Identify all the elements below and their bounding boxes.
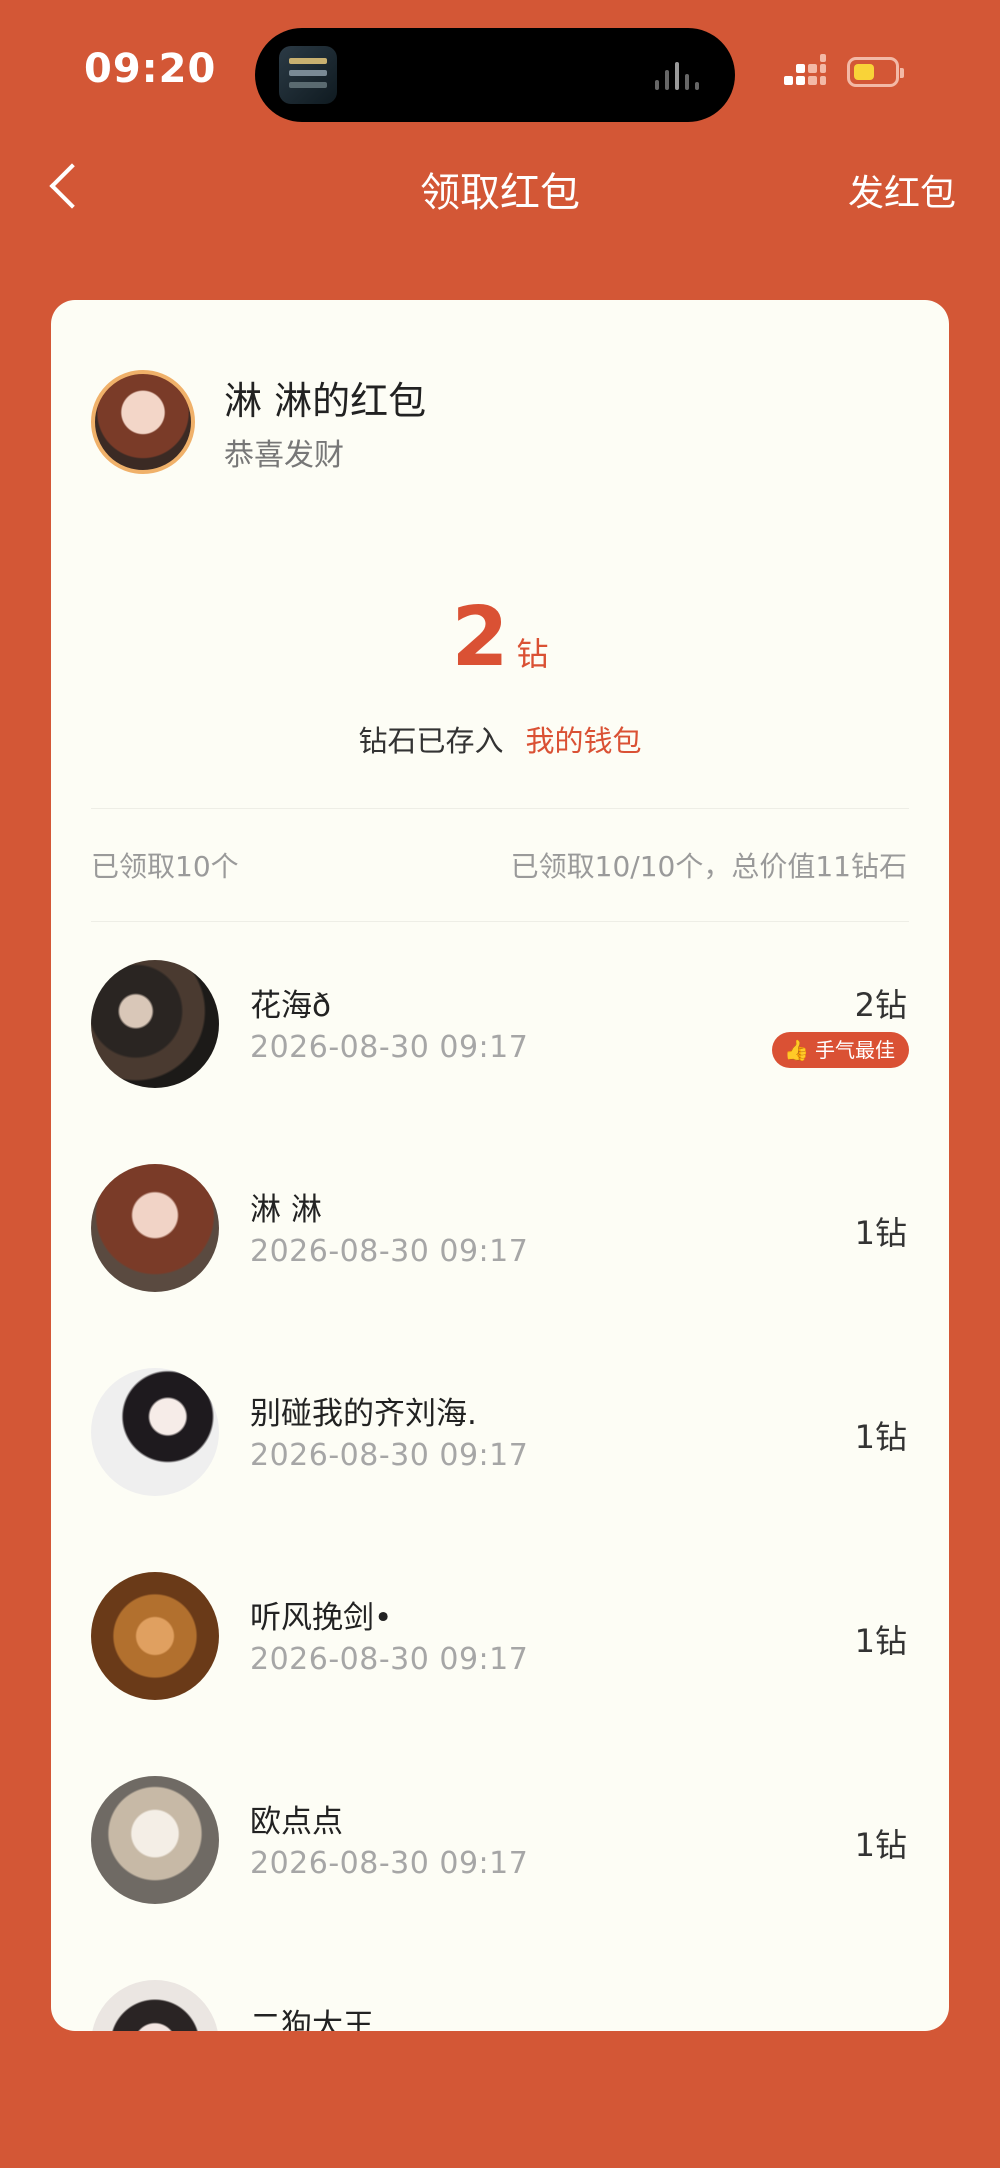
claim-amount: 1钻 <box>854 1826 907 1864</box>
claim-amount: 1钻 <box>854 1214 907 1252</box>
list-item[interactable]: 淋 淋 2026-08-30 09:17 1钻 <box>51 1164 949 1368</box>
claim-time: 2026-08-30 09:17 <box>250 1438 529 1473</box>
claim-time: 2026-08-30 09:17 <box>250 1846 529 1881</box>
user-name: 花海ð <box>250 988 331 1024</box>
list-item[interactable]: 别碰我的齐刘海. 2026-08-30 09:17 1钻 <box>51 1368 949 1572</box>
claim-time: 2026-08-30 09:17 <box>250 1030 529 1065</box>
user-avatar <box>91 1776 219 1904</box>
user-name: 欧点点 <box>250 1804 343 1840</box>
user-name: 二狗大王. <box>250 2008 384 2031</box>
status-time: 09:20 <box>84 46 217 92</box>
audio-wave-icon <box>655 62 705 90</box>
dynamic-island[interactable] <box>255 28 735 122</box>
summary-total: 已领取10/10个，总价值11钻石 <box>510 850 907 883</box>
sender-avatar[interactable] <box>91 370 195 474</box>
claim-amount: 1钻 <box>854 1622 907 1660</box>
user-avatar <box>91 1572 219 1700</box>
signal-icon <box>780 54 830 92</box>
user-name: 淋 淋 <box>250 1192 322 1228</box>
claim-time: 2026-08-30 09:17 <box>250 1642 529 1677</box>
wallet-link[interactable]: 我的钱包 <box>526 724 642 758</box>
received-amount: 2钻 <box>51 590 949 685</box>
claim-amount: 2钻 <box>854 986 907 1024</box>
best-luck-badge: 👍 手气最佳 <box>772 1032 909 1068</box>
received-amount-value: 2 <box>451 590 509 685</box>
list-item[interactable]: 欧点点 2026-08-30 09:17 1钻 <box>51 1776 949 1980</box>
summary-count: 已领取10个 <box>91 850 239 883</box>
sender-wish: 恭喜发财 <box>224 438 344 473</box>
list-item[interactable]: 听风挽剑• 2026-08-30 09:17 1钻 <box>51 1572 949 1776</box>
user-name: 别碰我的齐刘海. <box>250 1396 477 1432</box>
sender-name: 淋 淋的红包 <box>224 379 427 423</box>
deposit-text: 钻石已存入 <box>358 724 504 758</box>
list-item[interactable]: 二狗大王. 1钻 <box>51 1980 949 2031</box>
send-red-packet-button[interactable]: 发红包 <box>848 164 956 216</box>
divider <box>91 921 909 922</box>
thumbs-up-icon: 👍 <box>784 1038 809 1062</box>
user-name: 听风挽剑• <box>250 1600 393 1636</box>
red-packet-card: 淋 淋的红包 恭喜发财 2钻 钻石已存入 我的钱包 已领取10个 已领取10/10… <box>51 300 949 2031</box>
deposit-line: 钻石已存入 我的钱包 <box>51 718 949 760</box>
divider <box>91 808 909 809</box>
now-playing-thumbnail <box>279 46 337 104</box>
claim-time: 2026-08-30 09:17 <box>250 1234 529 1269</box>
claim-amount: 1钻 <box>854 1418 907 1456</box>
user-avatar <box>91 1164 219 1292</box>
received-amount-unit: 钻 <box>516 635 549 673</box>
user-avatar <box>91 960 219 1088</box>
user-avatar <box>91 1980 219 2031</box>
list-item[interactable]: 花海ð 2026-08-30 09:17 2钻 👍 手气最佳 <box>51 960 949 1164</box>
best-luck-label: 手气最佳 <box>815 1038 895 1062</box>
claim-amount: 1钻 <box>855 2024 907 2031</box>
battery-icon <box>847 57 904 87</box>
user-avatar <box>91 1368 219 1496</box>
